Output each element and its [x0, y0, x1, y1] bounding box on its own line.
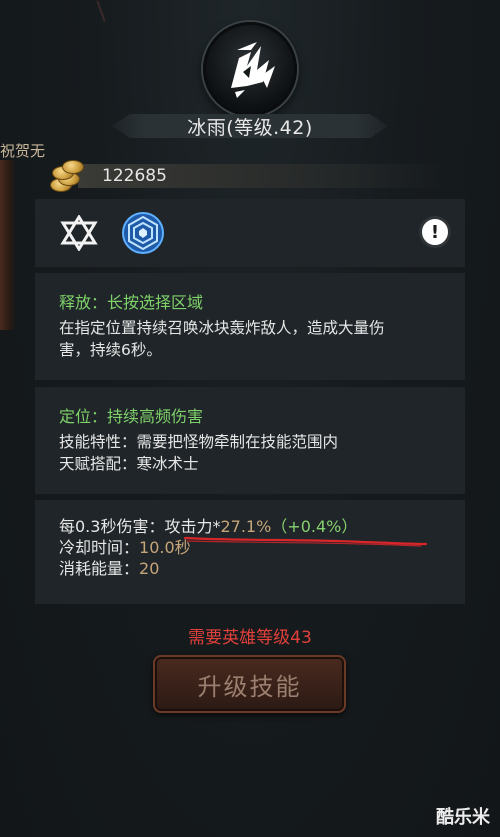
- damage-label: 每0.3秒伤害：: [59, 517, 165, 536]
- upgrade-skill-button[interactable]: 升级技能: [153, 655, 346, 713]
- skill-detail-screen: 冰雨(等级.42) 祝贺无 122685 ! 释放：长按选择区域 在指定位置持续…: [0, 0, 500, 837]
- energy-label: 消耗能量：: [59, 559, 140, 578]
- release-card: 释放：长按选择区域 在指定位置持续召唤冰块轰炸敌人，造成大量伤 害，持续6秒。: [35, 273, 465, 380]
- currency-bar: 122685: [48, 158, 468, 194]
- hexagram-star-icon[interactable]: [59, 215, 99, 251]
- skill-emblem: [203, 22, 297, 116]
- release-description-line1: 在指定位置持续召唤冰块轰炸敌人，造成大量伤: [59, 319, 385, 337]
- frost-rune-icon[interactable]: [121, 211, 165, 255]
- gold-coins-icon: [48, 158, 88, 194]
- positioning-card: 定位：持续高频伤害 技能特性：需要把怪物牵制在技能范围内 天赋搭配：寒冰术士: [35, 387, 465, 494]
- skill-trait: 技能特性：需要把怪物牵制在技能范围内: [59, 433, 339, 451]
- skill-title-banner: 冰雨(等级.42): [100, 108, 400, 144]
- ice-shard-skill-icon: [231, 42, 275, 98]
- talent-pairing: 天赋搭配：寒冰术士: [59, 455, 199, 473]
- hero-portrait-edge: [0, 160, 16, 330]
- decorative-line: [96, 0, 106, 22]
- level-requirement: 需要英雄等级43: [188, 628, 312, 648]
- info-icon[interactable]: !: [419, 216, 451, 248]
- release-heading: 释放：长按选择区域: [59, 293, 204, 312]
- congrats-banner-text: 祝贺无: [0, 142, 46, 160]
- currency-amount: 122685: [102, 166, 167, 186]
- cooldown-label: 冷却时间：: [59, 538, 140, 557]
- release-description-line2: 害，持续6秒。: [59, 341, 162, 359]
- energy-value: 20: [139, 559, 160, 578]
- positioning-heading: 定位：持续高频伤害: [59, 407, 204, 426]
- stats-card: 每0.3秒伤害：攻击力*27.1%（+0.4%） 冷却时间：10.0秒 消耗能量…: [35, 500, 465, 604]
- watermark-logo: 酷乐米: [436, 807, 490, 828]
- skill-title: 冰雨(等级.42): [187, 116, 313, 139]
- red-underline-annotation: [183, 536, 428, 547]
- skill-tags-card: !: [35, 199, 465, 267]
- energy-row: 消耗能量：20: [59, 558, 445, 579]
